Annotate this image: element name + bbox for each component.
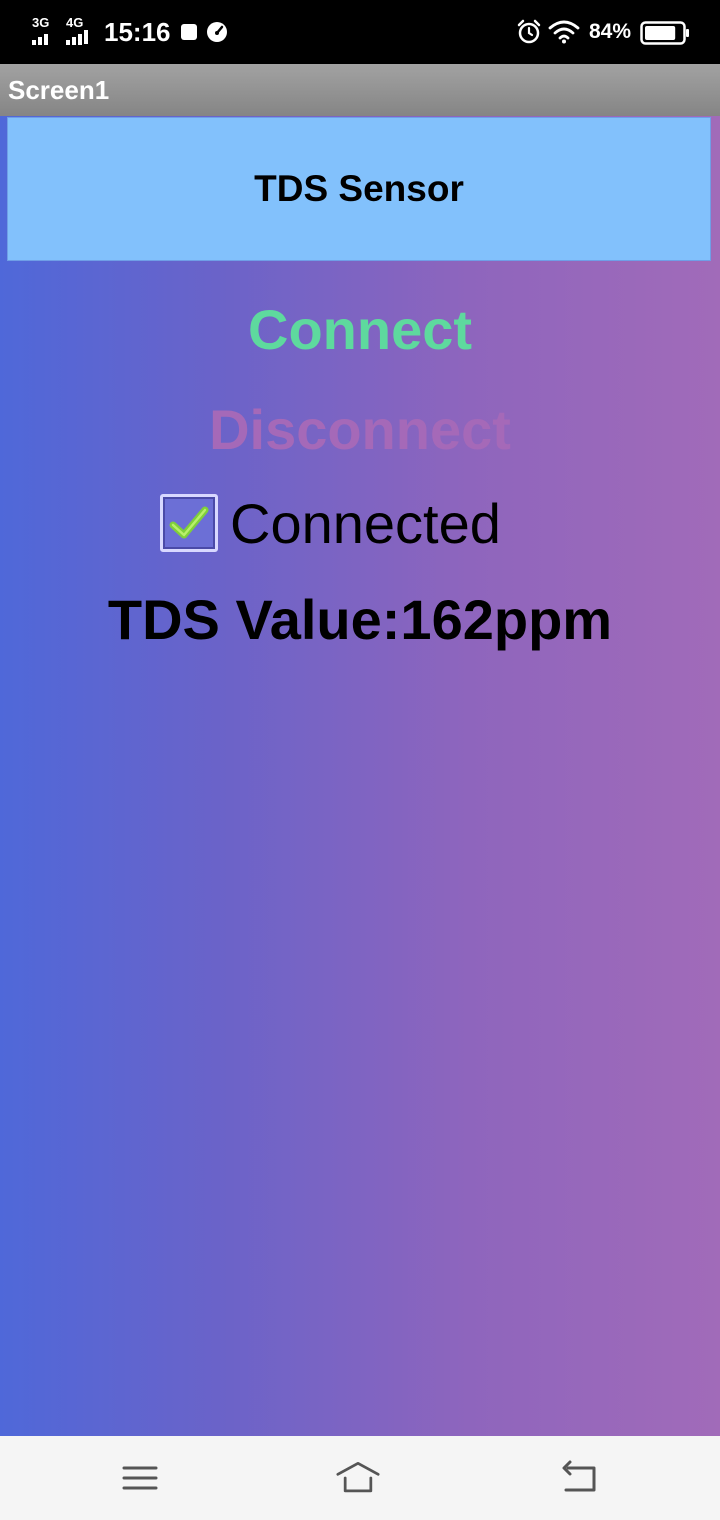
signal-3g-icon: 3G	[32, 16, 62, 46]
home-icon[interactable]	[336, 1456, 380, 1500]
speed-gauge-icon	[207, 22, 227, 42]
network-type-label: 3G	[32, 15, 50, 30]
network-type-label: 4G	[66, 15, 84, 30]
header-label: TDS Sensor	[7, 117, 711, 261]
app-content: TDS Sensor Connect Disconnect Connected …	[0, 116, 720, 1436]
navigation-bar	[0, 1436, 720, 1520]
screen: 3G 4G 15:16 84% Screen1 TDS Sensor Conne…	[0, 0, 720, 1520]
status-clock: 15:16	[104, 17, 171, 47]
checkmark-icon	[169, 506, 209, 539]
connected-checkbox[interactable]	[160, 494, 218, 552]
signal-4g-icon: 4G	[66, 16, 96, 46]
battery-percent: 84%	[589, 20, 632, 43]
wifi-icon	[548, 20, 580, 44]
connect-button[interactable]: Connect	[0, 294, 720, 366]
back-icon[interactable]	[558, 1456, 602, 1500]
title-bar: Screen1	[0, 64, 720, 116]
connected-label: Connected	[230, 492, 501, 555]
battery-icon	[640, 21, 689, 45]
tds-value-label: TDS Value:162ppm	[107, 588, 613, 651]
status-bar: 3G 4G 15:16 84%	[0, 0, 720, 64]
screen-title: Screen1	[8, 75, 110, 105]
menu-icon[interactable]	[118, 1456, 162, 1500]
disconnect-button[interactable]: Disconnect	[0, 394, 720, 466]
alarm-icon	[517, 19, 541, 44]
stop-square-icon	[181, 24, 197, 40]
